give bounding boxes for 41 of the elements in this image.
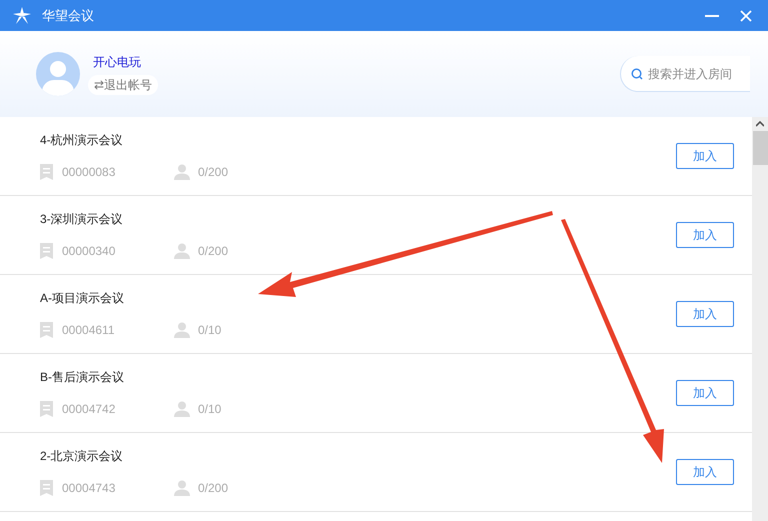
person-icon (174, 401, 190, 417)
room-id: 00000340 (62, 243, 116, 260)
room-name: 4-杭州演示会议 (40, 132, 124, 149)
room-id: 00004611 (62, 322, 116, 339)
join-button[interactable]: 加入 (676, 143, 734, 169)
person-icon (174, 480, 190, 496)
member-count: 0/10 (198, 322, 222, 339)
scroll-thumb[interactable] (752, 131, 768, 165)
join-button[interactable]: 加入 (676, 459, 734, 485)
room-id: 00004743 (62, 480, 116, 497)
document-icon (40, 164, 53, 180)
logout-button[interactable]: ⇄退出帐号 (88, 75, 158, 95)
room-name: B-售后演示会议 (40, 369, 125, 386)
window-title: 华望会议 (42, 6, 94, 25)
avatar-icon (36, 52, 80, 96)
member-count: 0/10 (198, 401, 222, 418)
person-icon (174, 322, 190, 338)
minimize-icon (705, 14, 719, 16)
member-count: 0/200 (198, 480, 228, 497)
search-field[interactable]: 搜索并进入房间 (620, 56, 750, 92)
user-name: 开心电玩 (93, 54, 141, 71)
member-count: 0/200 (198, 164, 228, 181)
scrollbar[interactable] (752, 117, 768, 521)
room-name: 2-北京演示会议 (40, 448, 124, 465)
document-icon (40, 243, 53, 259)
search-icon (631, 68, 643, 80)
room-id: 00000083 (62, 164, 116, 181)
room-id: 00004742 (62, 401, 116, 418)
room-name: A-项目演示会议 (40, 290, 125, 307)
close-icon (740, 10, 752, 22)
person-icon (174, 164, 190, 180)
join-button[interactable]: 加入 (676, 301, 734, 327)
document-icon (40, 322, 53, 338)
room-name: 3-深圳演示会议 (40, 211, 124, 228)
person-icon (174, 243, 190, 259)
document-icon (40, 401, 53, 417)
join-button[interactable]: 加入 (676, 222, 734, 248)
document-icon (40, 480, 53, 496)
join-button[interactable]: 加入 (676, 380, 734, 406)
scroll-up-icon[interactable] (756, 121, 764, 127)
member-count: 0/200 (198, 243, 228, 260)
